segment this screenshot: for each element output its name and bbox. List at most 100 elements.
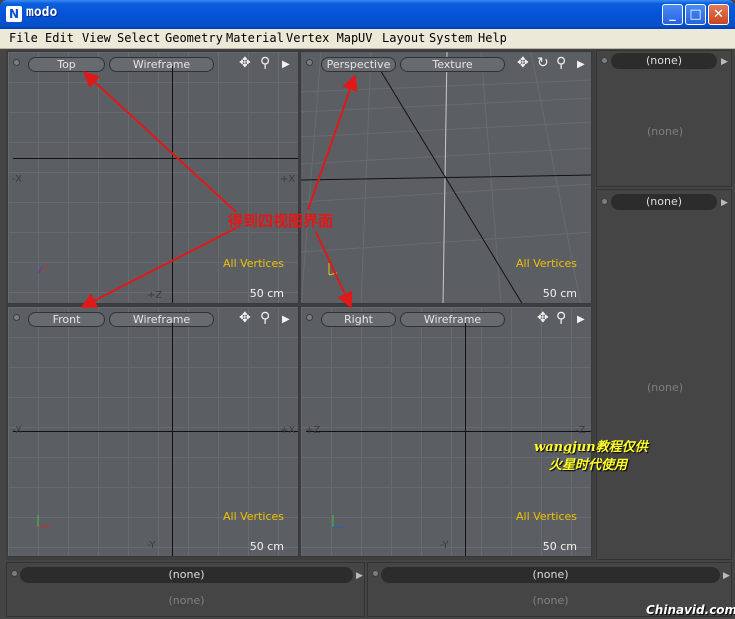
viewport-header: Right Wireframe ✥ ⚲ ▶ xyxy=(301,307,591,329)
z-axis-line xyxy=(172,66,173,303)
axis-label-bottom: -Y xyxy=(147,540,156,551)
expand-arrow-icon[interactable]: ▶ xyxy=(723,569,730,583)
pan-icon[interactable]: ✥ xyxy=(517,56,529,70)
site-watermark: Chinavid.com xyxy=(646,603,735,617)
x-axis-line xyxy=(13,158,298,159)
expand-arrow-icon[interactable]: ▶ xyxy=(282,313,290,327)
pan-icon[interactable]: ✥ xyxy=(537,311,549,325)
title-bar[interactable]: N modo _ □ ✕ xyxy=(0,0,735,29)
menu-geometry[interactable]: Geometry xyxy=(165,31,223,45)
viewport-perspective[interactable]: Perspective Texture ✥ ↻ ⚲ ▶ All Vertices… xyxy=(300,51,592,304)
minimize-button[interactable]: _ xyxy=(662,4,683,25)
x-axis-line xyxy=(13,431,298,432)
panel-empty-text: (none) xyxy=(168,594,205,607)
y-axis-line xyxy=(465,323,466,556)
panel-options-icon[interactable] xyxy=(601,57,608,64)
shading-selector[interactable]: Texture xyxy=(400,57,505,72)
viewport-header: Perspective Texture ✥ ↻ ⚲ ▶ xyxy=(301,52,591,74)
grid-scale: 50 cm xyxy=(542,540,577,553)
menu-view[interactable]: View xyxy=(82,31,111,45)
axis-gizmo-icon xyxy=(37,515,50,528)
axis-label-bottom: -Y xyxy=(440,540,449,551)
menu-system[interactable]: System xyxy=(429,31,472,45)
zoom-icon[interactable]: ⚲ xyxy=(260,56,270,70)
viewport-right[interactable]: Right Wireframe ✥ ⚲ ▶ +Z -Z -Y All Verti… xyxy=(300,306,592,557)
viewport-options-icon[interactable] xyxy=(306,59,313,66)
menu-select[interactable]: Select xyxy=(117,31,160,45)
menu-uv[interactable]: UV xyxy=(358,31,372,45)
panel-options-icon[interactable] xyxy=(372,570,379,577)
view-selector[interactable]: Right xyxy=(321,312,396,327)
selection-status: All Vertices xyxy=(515,257,577,270)
panel-empty-text: (none) xyxy=(646,381,684,394)
panel-options-icon[interactable] xyxy=(601,198,608,205)
rotate-icon[interactable]: ↻ xyxy=(537,56,549,70)
viewport-options-icon[interactable] xyxy=(13,59,20,66)
bottom-panel-left: (none) ▶ (none) xyxy=(6,562,365,617)
window-title: modo xyxy=(26,5,58,20)
grid-scale: 50 cm xyxy=(249,540,284,553)
viewport-options-icon[interactable] xyxy=(306,314,313,321)
axis-label-bottom: +Z xyxy=(147,290,163,301)
axis-label-left: -X xyxy=(12,174,22,185)
view-selector[interactable]: Front xyxy=(28,312,105,327)
expand-arrow-icon[interactable]: ▶ xyxy=(721,196,728,210)
right-panel-bottom: (none) ▶ (none) xyxy=(596,189,732,560)
z-axis-line xyxy=(306,431,591,432)
right-panel-top: (none) ▶ (none) xyxy=(596,50,732,187)
pan-icon[interactable]: ✥ xyxy=(239,56,251,70)
panel-selector[interactable]: (none) xyxy=(611,53,717,69)
menu-material[interactable]: Material xyxy=(226,31,284,45)
axis-gizmo-icon xyxy=(332,515,343,528)
viewport-header: Front Wireframe ✥ ⚲ ▶ xyxy=(8,307,298,329)
viewport-front[interactable]: Front Wireframe ✥ ⚲ ▶ -X +X -Y All Verti… xyxy=(7,306,299,557)
viewport-area: Top Wireframe ✥ ⚲ ▶ -X +X +Z All Vertice… xyxy=(6,50,595,560)
y-axis-line xyxy=(172,323,173,556)
axis-label-right: -Z xyxy=(575,425,586,436)
expand-arrow-icon[interactable]: ▶ xyxy=(282,58,290,72)
maximize-button[interactable]: □ xyxy=(685,4,706,25)
shading-selector[interactable]: Wireframe xyxy=(400,312,505,327)
watermark-line-2: 火星时代使用 xyxy=(549,458,628,473)
view-selector[interactable]: Top xyxy=(28,57,105,72)
view-selector[interactable]: Perspective xyxy=(321,57,396,72)
axis-label-right: +X xyxy=(280,174,296,185)
menu-bar: File Edit View Select Geometry Material … xyxy=(0,29,735,49)
panel-options-icon[interactable] xyxy=(11,570,18,577)
close-button[interactable]: ✕ xyxy=(708,4,729,25)
panel-selector[interactable]: (none) xyxy=(381,567,720,583)
menu-edit[interactable]: Edit xyxy=(45,31,74,45)
modo-logo-icon: N xyxy=(6,6,22,22)
selection-status: All Vertices xyxy=(222,257,284,270)
zoom-icon[interactable]: ⚲ xyxy=(556,311,566,325)
viewport-options-icon[interactable] xyxy=(13,314,20,321)
grid-scale: 50 cm xyxy=(249,287,284,300)
viewport-top[interactable]: Top Wireframe ✥ ⚲ ▶ -X +X +Z All Vertice… xyxy=(7,51,299,304)
viewport-header: Top Wireframe ✥ ⚲ ▶ xyxy=(8,52,298,74)
pan-icon[interactable]: ✥ xyxy=(239,311,251,325)
selection-status: All Vertices xyxy=(222,510,284,523)
annotation-label: 得到四视图界面 xyxy=(228,212,334,230)
menu-vertex-map[interactable]: Vertex Map xyxy=(286,31,358,45)
menu-layout[interactable]: Layout xyxy=(382,31,425,45)
menu-help[interactable]: Help xyxy=(478,31,507,45)
zoom-icon[interactable]: ⚲ xyxy=(260,311,270,325)
watermark-line-1: wangjun教程仅供 xyxy=(534,440,648,455)
shading-selector[interactable]: Wireframe xyxy=(109,57,214,72)
zoom-icon[interactable]: ⚲ xyxy=(556,56,566,70)
axis-gizmo-icon xyxy=(37,264,49,274)
selection-status: All Vertices xyxy=(515,510,577,523)
panel-selector[interactable]: (none) xyxy=(611,194,717,210)
expand-arrow-icon[interactable]: ▶ xyxy=(356,569,363,583)
panel-empty-text: (none) xyxy=(646,125,684,138)
expand-arrow-icon[interactable]: ▶ xyxy=(721,55,728,69)
axis-gizmo-icon xyxy=(328,263,338,276)
axis-label-left: +Z xyxy=(305,425,321,436)
menu-file[interactable]: File xyxy=(9,31,38,45)
shading-selector[interactable]: Wireframe xyxy=(109,312,214,327)
expand-arrow-icon[interactable]: ▶ xyxy=(577,58,585,72)
modo-window: N modo _ □ ✕ File Edit View Select Geome… xyxy=(0,0,735,619)
axis-label-right: +X xyxy=(280,425,296,436)
expand-arrow-icon[interactable]: ▶ xyxy=(577,313,585,327)
panel-selector[interactable]: (none) xyxy=(20,567,353,583)
